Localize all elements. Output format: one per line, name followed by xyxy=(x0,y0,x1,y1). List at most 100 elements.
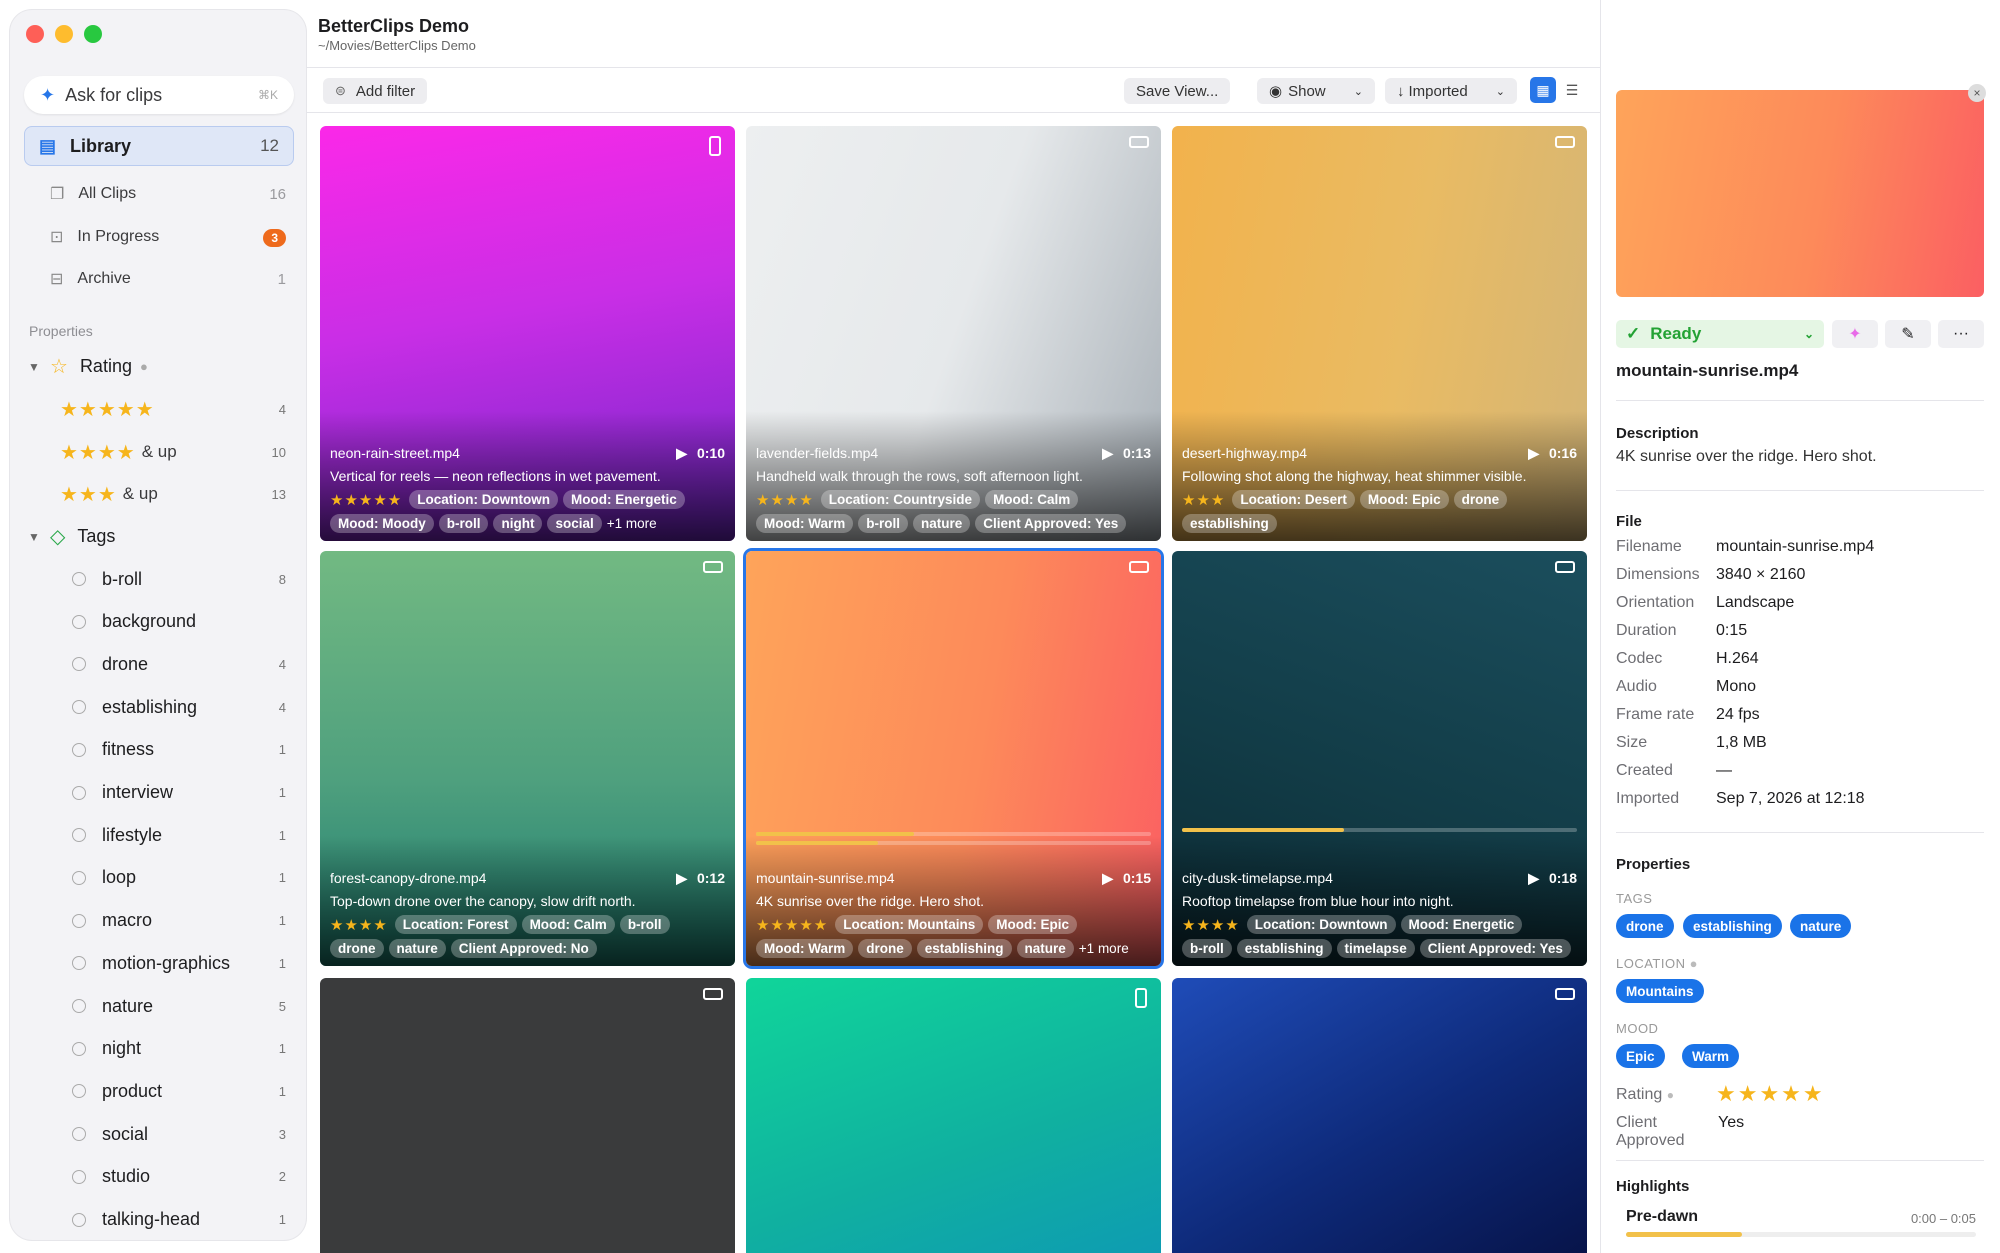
clip-tag-chip[interactable]: Location: Countryside xyxy=(820,490,981,509)
play-icon[interactable]: ▶ xyxy=(676,445,687,461)
clip-tag-chip[interactable]: nature xyxy=(388,939,446,958)
sidebar-tag-establishing[interactable]: establishing 4 xyxy=(72,690,286,724)
clip-tag-chip[interactable]: night xyxy=(493,514,543,533)
sidebar-item-in-progress[interactable]: ⊡ In Progress 3 xyxy=(50,220,286,254)
rating-filter-3[interactable]: ★★★ & up 13 xyxy=(60,477,286,511)
ask-for-clips-field[interactable]: ✦ Ask for clips ⌘K xyxy=(24,76,294,114)
close-window-button[interactable] xyxy=(26,25,44,43)
clip-tag-chip[interactable]: Location: Downtown xyxy=(409,490,558,509)
play-icon[interactable]: ▶ xyxy=(676,870,687,886)
clip-card[interactable]: desert-highway.mp4 ▶ 0:16 Following shot al… xyxy=(1172,126,1587,541)
clip-tag-chip[interactable]: establishing xyxy=(1236,939,1332,958)
clip-tag-chip[interactable]: Location: Downtown xyxy=(1246,915,1396,934)
play-icon[interactable]: ▶ xyxy=(1528,445,1539,461)
clip-card[interactable] xyxy=(746,978,1161,1253)
clip-tag-chip[interactable]: Location: Desert xyxy=(1232,490,1355,509)
clip-tag-chip[interactable]: Mood: Warm xyxy=(756,514,854,533)
clip-tag-chip[interactable]: b-roll xyxy=(619,915,670,934)
clip-tag-chip[interactable]: Mood: Epic xyxy=(988,915,1077,934)
add-filter-button[interactable]: ⊜ Add filter xyxy=(323,78,428,104)
clip-tag-chip[interactable]: Mood: Energetic xyxy=(1400,915,1523,934)
clip-tag-chip[interactable]: Mood: Energetic xyxy=(562,490,685,509)
sidebar-item-archive[interactable]: ⊟ Archive 1 xyxy=(50,262,286,296)
sort-dropdown[interactable]: ↓ Imported ⌄ xyxy=(1385,78,1517,104)
clip-tag-chip[interactable]: Mood: Calm xyxy=(521,915,615,934)
sidebar-tag-b-roll[interactable]: b-roll 8 xyxy=(72,562,286,596)
sidebar-tag-product[interactable]: product 1 xyxy=(72,1074,286,1108)
sidebar-tag-macro[interactable]: macro 1 xyxy=(72,904,286,938)
rating-filter-4[interactable]: ★★★★ & up 10 xyxy=(60,435,286,469)
more-tags-link[interactable]: +1 more xyxy=(607,516,657,531)
clip-tag-chip[interactable]: Mood: Moody xyxy=(330,514,434,533)
clip-tag-chip[interactable]: Client Approved: Yes xyxy=(975,514,1127,533)
edit-button[interactable]: ✎ xyxy=(1885,320,1931,348)
minimize-window-button[interactable] xyxy=(55,25,73,43)
sidebar-tag-night[interactable]: night 1 xyxy=(72,1032,286,1066)
clip-tag-chip[interactable]: nature xyxy=(1016,939,1074,958)
sidebar-tag-studio[interactable]: studio 2 xyxy=(72,1160,286,1194)
clip-card[interactable]: mountain-sunrise.mp4 ▶ 0:15 4K sunrise over… xyxy=(746,551,1161,966)
sidebar-tag-social[interactable]: social 3 xyxy=(72,1117,286,1151)
tag-pill[interactable]: drone xyxy=(1616,914,1674,938)
clip-tag-chip[interactable]: nature xyxy=(913,514,971,533)
rating-stars[interactable]: ★★★★★ xyxy=(1716,1083,1825,1105)
highlight-item[interactable]: Pre-dawn 0:00 – 0:05 xyxy=(1626,1208,1976,1242)
list-view-toggle[interactable]: ☰ xyxy=(1559,77,1585,103)
clip-tag-chip[interactable]: social xyxy=(547,514,602,533)
sidebar-item-all-clips[interactable]: ❐ All Clips 16 xyxy=(50,177,286,211)
clip-card[interactable]: city-dusk-timelapse.mp4 ▶ 0:18 Rooftop time… xyxy=(1172,551,1587,966)
approved-value[interactable]: Yes xyxy=(1718,1114,1744,1150)
more-tags-link[interactable]: +1 more xyxy=(1079,941,1129,956)
play-icon[interactable]: ▶ xyxy=(1528,870,1539,886)
clip-tag-chip[interactable]: drone xyxy=(330,939,384,958)
sidebar-tag-loop[interactable]: loop 1 xyxy=(72,861,286,895)
status-dropdown[interactable]: ✓ Ready ⌄ xyxy=(1616,320,1824,348)
clip-tag-chip[interactable]: establishing xyxy=(1182,514,1277,533)
clip-card[interactable] xyxy=(1172,978,1587,1253)
sidebar-tag-drone[interactable]: drone 4 xyxy=(72,647,286,681)
play-icon[interactable]: ▶ xyxy=(1102,870,1113,886)
save-view-button[interactable]: Save View... xyxy=(1124,78,1231,104)
clip-card[interactable]: neon-rain-street.mp4 ▶ 0:10 Vertical for re… xyxy=(320,126,735,541)
sidebar-tag-fitness[interactable]: fitness 1 xyxy=(72,733,286,767)
grid-view-toggle[interactable]: ▦ xyxy=(1530,77,1556,103)
clip-card[interactable]: forest-canopy-drone.mp4 ▶ 0:12 Top-down dro… xyxy=(320,551,735,966)
clip-tag-chip[interactable]: Mood: Warm xyxy=(756,939,854,958)
clip-tag-chip[interactable]: Location: Forest xyxy=(394,915,517,934)
tag-pill[interactable]: establishing xyxy=(1683,914,1782,938)
sidebar-item-library[interactable]: ▤ Library 12 xyxy=(24,126,294,166)
clip-tag-chip[interactable]: b-roll xyxy=(858,514,908,533)
clip-card[interactable] xyxy=(320,978,735,1253)
clip-preview[interactable] xyxy=(1616,90,1984,297)
rating-group-header[interactable]: ▼ ☆ Rating ● xyxy=(28,354,286,379)
rating-filter-5[interactable]: ★★★★★ 4 xyxy=(60,392,286,426)
sidebar-tag-lifestyle[interactable]: lifestyle 1 xyxy=(72,818,286,852)
clip-tag-chip[interactable]: b-roll xyxy=(438,514,489,533)
clip-tag-chip[interactable]: Client Approved: No xyxy=(450,939,597,958)
more-button[interactable]: ··· xyxy=(1938,320,1984,348)
tags-group-header[interactable]: ▼ ◇ Tags xyxy=(28,524,286,549)
close-icon[interactable]: × xyxy=(1968,84,1986,102)
clip-card[interactable]: lavender-fields.mp4 ▶ 0:13 Handheld walk th… xyxy=(746,126,1161,541)
clip-tag-chip[interactable]: timelapse xyxy=(1336,939,1415,958)
clip-tag-chip[interactable]: drone xyxy=(858,939,912,958)
location-pill[interactable]: Mountains xyxy=(1616,979,1704,1003)
clip-tag-chip[interactable]: establishing xyxy=(916,939,1012,958)
clip-tag-chip[interactable]: Mood: Epic xyxy=(1359,490,1449,509)
sidebar-tag-talking-head[interactable]: talking-head 1 xyxy=(72,1203,286,1237)
mood-pill[interactable]: Warm xyxy=(1682,1044,1740,1068)
sidebar-tag-background[interactable]: background xyxy=(72,605,286,639)
show-dropdown[interactable]: ◉ Show ⌄ xyxy=(1257,78,1375,104)
clip-tag-chip[interactable]: Mood: Calm xyxy=(985,490,1079,509)
sidebar-tag-motion-graphics[interactable]: motion-graphics 1 xyxy=(72,946,286,980)
ai-button[interactable]: ✦ xyxy=(1832,320,1878,348)
tag-pill[interactable]: nature xyxy=(1790,914,1852,938)
clip-tag-chip[interactable]: b-roll xyxy=(1182,939,1232,958)
clip-tag-chip[interactable]: Location: Mountains xyxy=(835,915,984,934)
sidebar-tag-nature[interactable]: nature 5 xyxy=(72,989,286,1023)
play-icon[interactable]: ▶ xyxy=(1102,445,1113,461)
clip-tag-chip[interactable]: drone xyxy=(1453,490,1508,509)
mood-pill[interactable]: Epic xyxy=(1616,1044,1665,1068)
zoom-window-button[interactable] xyxy=(84,25,102,43)
sidebar-tag-interview[interactable]: interview 1 xyxy=(72,776,286,810)
